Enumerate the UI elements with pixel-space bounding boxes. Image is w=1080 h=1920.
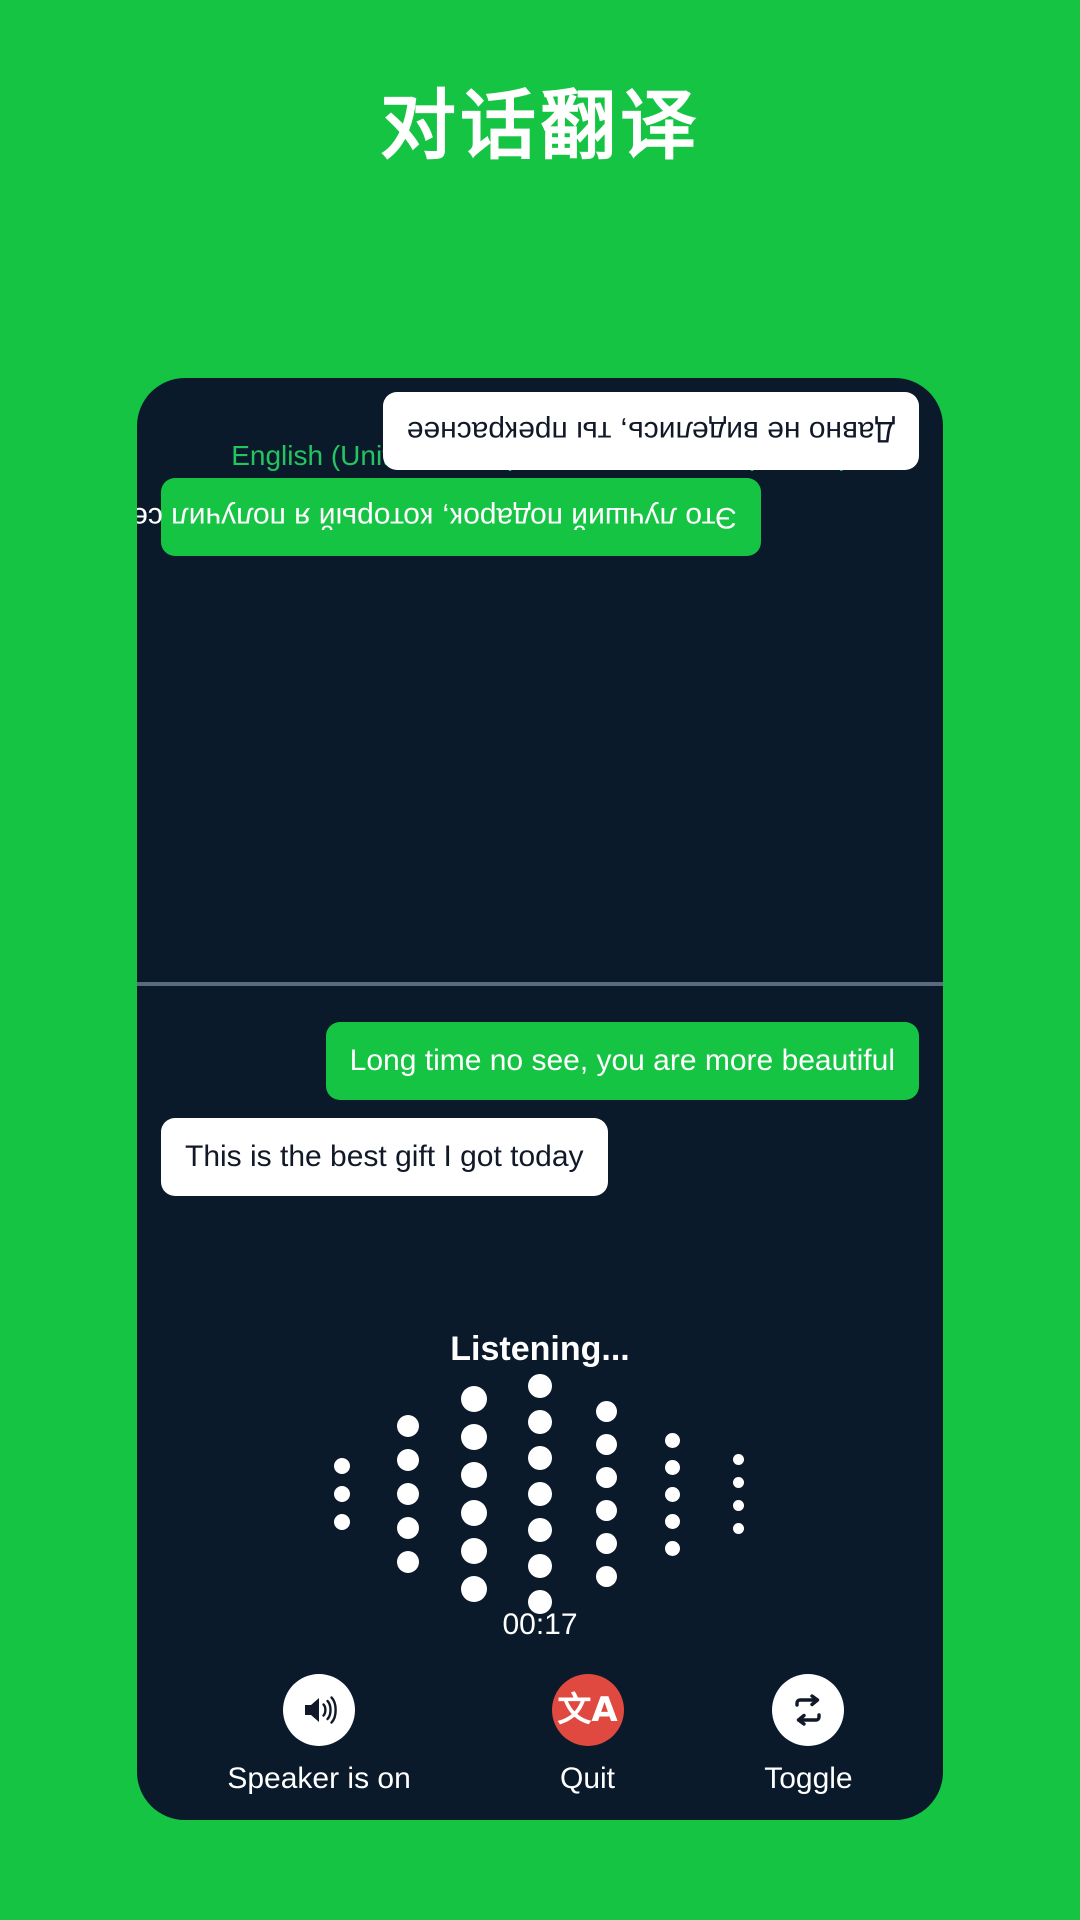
waveform-dot	[528, 1446, 552, 1470]
waveform-column	[639, 1432, 705, 1556]
waveform-dot	[334, 1486, 350, 1502]
message-row: Это лучший подарок, который я получил се…	[137, 478, 943, 556]
translated-conversation-panel: Это лучший подарок, который я получил се…	[137, 378, 943, 982]
waveform-dot	[397, 1517, 419, 1539]
translate-icon: 文A	[551, 1674, 624, 1746]
waveform-dot	[528, 1374, 552, 1398]
speaker-toggle-button[interactable]: Speaker is on	[227, 1674, 411, 1796]
waveform-dot	[528, 1410, 552, 1434]
waveform-dot	[595, 1401, 617, 1422]
phone-card: English (United States) Russian (Russia)…	[137, 378, 943, 1820]
waveform-dot	[334, 1458, 350, 1474]
waveform-dot	[461, 1462, 487, 1488]
waveform-column	[573, 1401, 639, 1587]
waveform-dot	[528, 1554, 552, 1578]
quit-label: Quit	[559, 1762, 616, 1795]
waveform-column	[309, 1458, 375, 1530]
waveform-dot	[664, 1459, 680, 1475]
waveform-dot	[664, 1486, 680, 1502]
waveform-dot	[528, 1482, 552, 1506]
waveform-dot	[732, 1454, 744, 1465]
waveform-dot	[461, 1424, 487, 1450]
waveform-dot	[732, 1500, 744, 1511]
waveform-dot	[664, 1513, 680, 1529]
waveform-dot	[595, 1500, 617, 1521]
message-bubble-translated-1[interactable]: Это лучший подарок, который я получил се…	[137, 478, 761, 556]
waveform-dot	[732, 1523, 744, 1534]
waveform-dot	[334, 1514, 350, 1530]
waveform-column	[507, 1374, 573, 1614]
message-row: This is the best gift I got today	[137, 1118, 943, 1196]
waveform-column	[705, 1454, 771, 1534]
waveform-dot	[664, 1540, 680, 1556]
waveform-column	[441, 1386, 507, 1602]
recording-timer: 00:17	[502, 1608, 578, 1641]
waveform-dot	[397, 1415, 419, 1437]
page-title: 对话翻译	[380, 81, 700, 170]
waveform-dot	[461, 1500, 487, 1526]
waveform-dot	[664, 1432, 680, 1448]
app-root: 对话翻译 English (United States) Russian (Ru…	[0, 0, 1080, 1920]
speaker-toggle-label: Speaker is on	[227, 1762, 411, 1795]
waveform-dot	[595, 1467, 617, 1488]
waveform-dot	[397, 1551, 419, 1573]
waveform-dot	[461, 1576, 487, 1602]
toggle-button[interactable]: Toggle	[764, 1674, 853, 1796]
message-row: Long time no see, you are more beautiful	[137, 1022, 943, 1100]
waveform-dot	[461, 1386, 487, 1412]
waveform-dot	[595, 1566, 617, 1587]
quit-button[interactable]: 文A Quit	[551, 1674, 624, 1796]
waveform-dot	[595, 1533, 617, 1554]
repeat-swap-icon	[772, 1674, 845, 1746]
toggle-label: Toggle	[764, 1762, 853, 1795]
waveform-dot	[528, 1518, 552, 1542]
message-bubble-source-1[interactable]: Long time no see, you are more beautiful	[325, 1022, 919, 1100]
speaker-on-icon	[283, 1674, 356, 1746]
translate-glyph: 文A	[557, 1690, 618, 1730]
control-bar: Speaker is on 文A Quit Toggle	[137, 1674, 943, 1796]
source-conversation-panel: Long time no see, you are more beautiful…	[137, 986, 943, 1820]
waveform-column	[375, 1415, 441, 1573]
waveform-dot	[595, 1434, 617, 1455]
waveform-dot	[397, 1449, 419, 1471]
listening-status-label: Listening...	[450, 1330, 630, 1368]
audio-waveform-visualizer	[137, 1374, 943, 1614]
message-bubble-source-2[interactable]: This is the best gift I got today	[161, 1118, 608, 1196]
message-row: Давно не виделись, ты прекраснее	[137, 392, 943, 470]
waveform-dot	[397, 1483, 419, 1505]
waveform-dot	[461, 1538, 487, 1564]
message-bubble-translated-2[interactable]: Давно не виделись, ты прекраснее	[382, 392, 919, 470]
waveform-dot	[732, 1477, 744, 1488]
